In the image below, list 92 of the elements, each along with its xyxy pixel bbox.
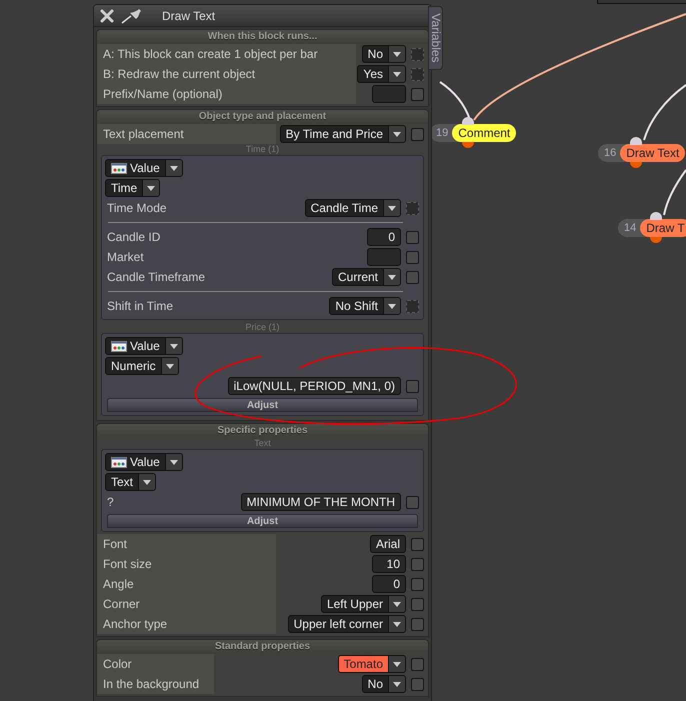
pin-icon[interactable]: [120, 8, 144, 24]
checkbox[interactable]: [411, 598, 424, 610]
input-field[interactable]: MINIMUM OF THE MONTH: [240, 493, 401, 511]
section-header: Standard properties: [97, 640, 428, 654]
field-label: Candle ID: [106, 229, 160, 246]
field-label: Color: [97, 654, 214, 674]
field-label: Time Mode: [106, 200, 167, 217]
group-caption: Price (1): [244, 322, 280, 333]
checkbox[interactable]: [406, 380, 419, 392]
checkbox[interactable]: [411, 658, 424, 670]
group-caption: Text: [253, 438, 272, 449]
input-pin[interactable]: [650, 212, 662, 220]
field-label: Prefix/Name (optional): [97, 84, 356, 104]
caret-icon: [166, 364, 174, 368]
caret-icon: [388, 274, 396, 280]
checkbox[interactable]: [411, 558, 424, 570]
dropdown[interactable]: Text: [105, 473, 156, 491]
checkbox[interactable]: [406, 230, 419, 244]
window-icon: [111, 456, 127, 468]
checkbox[interactable]: [406, 270, 419, 284]
checkbox[interactable]: [411, 578, 424, 590]
field-label: Font size: [97, 554, 276, 574]
window-icon: [111, 162, 127, 174]
caret-icon: [393, 72, 401, 76]
field-label: Angle: [97, 574, 276, 594]
dropdown[interactable]: Time: [105, 179, 160, 197]
window-icon: [111, 340, 127, 352]
node-block[interactable]: Comment: [452, 124, 516, 142]
output-pin[interactable]: [630, 162, 642, 168]
connector-line: [663, 169, 686, 216]
adjust-button[interactable]: Adjust: [107, 398, 418, 412]
output-pin[interactable]: [650, 237, 662, 243]
input-pin[interactable]: [462, 117, 474, 125]
node-block[interactable]: Draw Text: [620, 144, 686, 162]
caret-icon: [170, 166, 178, 170]
input-field[interactable]: [372, 85, 406, 103]
dropdown[interactable]: By Time and Price: [280, 125, 406, 143]
checkbox[interactable]: [411, 618, 424, 630]
window-title: Draw Text: [162, 8, 216, 22]
dropdown[interactable]: Numeric: [105, 357, 179, 375]
dropdown[interactable]: Value: [105, 453, 183, 471]
caret-icon: [170, 344, 178, 348]
close-icon[interactable]: [100, 8, 114, 22]
section-header: Object type and placement: [97, 110, 428, 124]
dropdown[interactable]: Value: [105, 337, 183, 355]
caret-icon: [147, 186, 156, 190]
caret-icon: [393, 52, 401, 56]
field-label: In the background: [97, 674, 214, 694]
caret-icon: [143, 480, 152, 484]
caret-icon: [393, 662, 401, 666]
input-field[interactable]: 0: [367, 228, 401, 246]
input-field[interactable]: 10: [372, 555, 406, 573]
input-field[interactable]: [367, 248, 401, 266]
group-caption: Time (1): [244, 144, 280, 155]
input-pin[interactable]: [630, 137, 642, 145]
adjust-button[interactable]: Adjust: [107, 514, 418, 528]
variables-tab[interactable]: Variables: [428, 6, 443, 70]
field-label: Font: [97, 534, 276, 554]
field-label: Shift in Time: [106, 298, 174, 315]
caret-icon: [388, 304, 396, 308]
field-label: Market: [106, 249, 144, 266]
input-field[interactable]: Arial: [370, 535, 406, 553]
dropdown[interactable]: Value: [105, 159, 183, 177]
caret-icon: [393, 132, 401, 136]
checkbox[interactable]: [411, 128, 424, 140]
field-label: ?: [106, 494, 114, 511]
field-label: Text placement: [97, 124, 276, 144]
section-header: Specific properties: [97, 424, 428, 438]
dropdown[interactable]: No: [362, 675, 406, 693]
output-pin[interactable]: [462, 142, 474, 148]
caret-icon: [170, 460, 178, 464]
caret-icon: [388, 206, 396, 210]
input-field[interactable]: 0: [372, 575, 406, 593]
dropdown[interactable]: Upper left corner: [288, 615, 406, 633]
dropdown[interactable]: Current: [332, 268, 401, 286]
field-label: A: This block can create 1 object per bar: [97, 44, 356, 64]
input-field[interactable]: iLow(NULL, PERIOD_MN1, 0): [228, 377, 401, 395]
field-label: B: Redraw the current object: [97, 64, 356, 84]
caret-icon: [393, 682, 401, 686]
field-label: Anchor type: [97, 614, 276, 634]
checkbox[interactable]: [406, 250, 419, 264]
field-label: Corner: [97, 594, 276, 614]
caret-icon: [393, 622, 401, 626]
checkbox[interactable]: [406, 496, 419, 508]
dropdown[interactable]: Tomato: [338, 655, 406, 673]
caret-icon: [393, 602, 401, 606]
field-label: Candle Timeframe: [106, 269, 206, 286]
checkbox[interactable]: [411, 678, 424, 690]
checkbox[interactable]: [411, 88, 424, 100]
dropdown[interactable]: Left Upper: [320, 595, 406, 613]
node-block[interactable]: Draw T: [640, 219, 686, 237]
checkbox[interactable]: [411, 538, 424, 550]
